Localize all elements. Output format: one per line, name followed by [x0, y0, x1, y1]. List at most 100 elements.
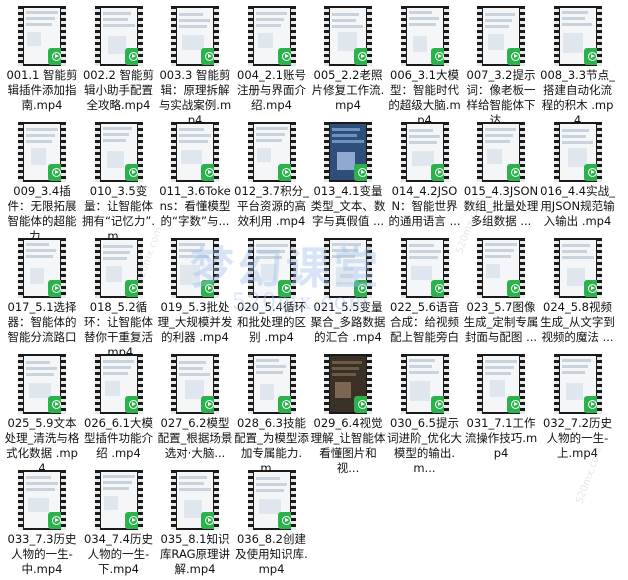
file-name: 031_7.1工作流操作技巧.mp4	[464, 416, 538, 460]
file-name: 034_7.4历史人物的一生-下.mp4	[84, 532, 153, 576]
video-thumbnail	[247, 470, 296, 530]
video-thumbnail	[553, 238, 602, 298]
play-badge-icon	[507, 396, 524, 413]
file-name: 026_6.1大模型插件功能介绍 .mp4	[84, 416, 153, 460]
file-item[interactable]: 009_3.4插件：无限拓展智能体的超能力 ...	[4, 116, 80, 243]
play-badge-icon	[430, 396, 448, 413]
video-thumbnail	[171, 122, 219, 182]
file-name: 019_5.3批处理_大规模并发的利器 .mp4	[157, 300, 233, 344]
file-item[interactable]: 036_8.2创建及使用知识库.mp4	[234, 464, 310, 580]
file-item[interactable]: 017_5.1选择器：智能体的智能分流路口 ...	[4, 232, 80, 359]
play-badge-icon	[48, 396, 65, 413]
file-item[interactable]: 008_3.3节点_搭建自动化流程的积木 .mp4	[540, 0, 616, 127]
play-badge-icon	[430, 164, 448, 181]
file-item[interactable]: 015_4.3JSON数组_批量处理多组数据 ...	[463, 116, 539, 232]
video-thumbnail	[400, 354, 449, 414]
video-thumbnail	[18, 354, 66, 414]
file-item[interactable]: 020_5.4循环和批处理的区别 .mp4	[234, 232, 310, 348]
file-item[interactable]: 001.1 智能剪辑插件添加指南.mp4	[4, 0, 80, 116]
file-item[interactable]: 010_3.5变量：让智能体拥有“记忆力”.m...	[81, 116, 157, 243]
file-item[interactable]: 003.3 智能剪辑：原理拆解与实战案例.mp4	[157, 0, 233, 127]
video-thumbnail	[247, 354, 296, 414]
file-name: 004_2.1账号注册与界面介绍.mp4	[237, 68, 306, 112]
video-thumbnail	[553, 6, 602, 66]
play-badge-icon	[48, 280, 65, 297]
file-name: 024_5.8视频生成_从文字到视频的魔法 ...	[540, 300, 615, 344]
file-item[interactable]: 022_5.6语音合成：给视频配上智能旁白 ...	[387, 232, 463, 359]
file-item[interactable]: 011_3.6Tokens：看懂模型的“字数”与...	[157, 116, 233, 232]
file-item[interactable]: 006_3.1大模型：智能时代的超级大脑.mp4	[387, 0, 463, 127]
play-badge-icon	[201, 164, 218, 181]
play-badge-icon	[507, 280, 524, 297]
file-item[interactable]: 029_6.4视觉理解_让智能体看懂图片和视...	[310, 348, 386, 475]
video-thumbnail	[18, 122, 66, 182]
play-badge-icon	[583, 396, 601, 413]
video-thumbnail	[247, 122, 296, 182]
file-name: 015_4.3JSON数组_批量处理多组数据 ...	[463, 184, 539, 228]
video-thumbnail	[247, 238, 296, 298]
file-name: 002.2 智能剪辑小助手配置全攻略.mp4	[82, 68, 155, 112]
video-thumbnail	[171, 6, 219, 66]
video-thumbnail	[553, 354, 602, 414]
video-thumbnail	[247, 6, 296, 66]
file-name: 030_6.5提示词进阶_优化大模型的输出.m...	[387, 416, 462, 475]
file-item[interactable]: 027_6.2模型配置_根据场景选对·大脑...	[157, 348, 233, 464]
play-badge-icon	[583, 164, 601, 181]
file-name: 023_5.7图像生成_定制专属封面与配图 ...	[463, 300, 539, 344]
file-item[interactable]: 002.2 智能剪辑小助手配置全攻略.mp4	[81, 0, 157, 116]
file-item[interactable]: 013_4.1变量类型_文本、数字与真假值 ...	[310, 116, 386, 232]
file-item[interactable]: 035_8.1知识库RAG原理讲解.mp4	[157, 464, 233, 580]
play-badge-icon	[507, 164, 524, 181]
file-name: 027_6.2模型配置_根据场景选对·大脑...	[157, 416, 233, 460]
video-thumbnail	[94, 470, 143, 530]
file-item[interactable]: 004_2.1账号注册与界面介绍.mp4	[234, 0, 310, 116]
video-thumbnail	[477, 354, 525, 414]
file-item[interactable]: 018_5.2循环：让智能体替你干重复活 .mp4	[81, 232, 157, 359]
play-badge-icon	[124, 164, 142, 181]
file-item[interactable]: 030_6.5提示词进阶_优化大模型的输出.m...	[387, 348, 463, 475]
play-badge-icon	[277, 164, 295, 181]
play-badge-icon	[354, 396, 371, 413]
file-item[interactable]: 032_7.2历史人物的一生-上.mp4	[540, 348, 616, 464]
video-thumbnail	[400, 238, 449, 298]
file-item[interactable]: 019_5.3批处理_大规模并发的利器 .mp4	[157, 232, 233, 348]
file-item[interactable]: 024_5.8视频生成_从文字到视频的魔法 ...	[540, 232, 616, 348]
file-name: 021_5.5变量聚合_多路数据的汇合 .mp4	[310, 300, 386, 344]
file-item[interactable]: 012_3.7积分_平台资源的高效利用 .mp4	[234, 116, 310, 232]
video-thumbnail	[477, 122, 525, 182]
play-badge-icon	[583, 48, 601, 65]
video-thumbnail	[18, 238, 66, 298]
file-item[interactable]: 025_5.9文本处理_清洗与格式化数据 .mp4	[4, 348, 80, 475]
file-name: 014_4.2JSON：智能世界的通用语言 ...	[388, 184, 461, 228]
file-item[interactable]: 016_4.4实战_用JSON规范输入输出 .mp4	[540, 116, 616, 232]
video-thumbnail	[94, 354, 143, 414]
video-thumbnail	[18, 6, 66, 66]
file-item[interactable]: 034_7.4历史人物的一生-下.mp4	[81, 464, 157, 580]
video-thumbnail	[94, 6, 143, 66]
file-item[interactable]: 007_3.2提示词：像老板一样给智能体下达...	[463, 0, 539, 127]
file-name: 005_2.2老照片修复工作流.mp4	[311, 68, 385, 112]
video-thumbnail	[324, 122, 372, 182]
play-badge-icon	[354, 280, 371, 297]
file-name: 029_6.4视觉理解_让智能体看懂图片和视...	[310, 416, 386, 475]
play-badge-icon	[583, 280, 601, 297]
play-badge-icon	[277, 396, 295, 413]
play-badge-icon	[201, 396, 218, 413]
file-item[interactable]: 028_6.3技能配置_为模型添加专属能力.m...	[234, 348, 310, 475]
file-item[interactable]: 026_6.1大模型插件功能介绍 .mp4	[81, 348, 157, 464]
video-thumbnail	[171, 354, 219, 414]
file-item[interactable]: 021_5.5变量聚合_多路数据的汇合 .mp4	[310, 232, 386, 348]
file-name: 032_7.2历史人物的一生-上.mp4	[543, 416, 612, 460]
file-item[interactable]: 023_5.7图像生成_定制专属封面与配图 ...	[463, 232, 539, 348]
play-badge-icon	[354, 48, 371, 65]
play-badge-icon	[507, 48, 524, 65]
play-badge-icon	[201, 280, 218, 297]
video-thumbnail	[94, 238, 143, 298]
file-item[interactable]: 031_7.1工作流操作技巧.mp4	[463, 348, 539, 464]
file-item[interactable]: 014_4.2JSON：智能世界的通用语言 ...	[387, 116, 463, 232]
play-badge-icon	[430, 280, 448, 297]
file-name: 036_8.2创建及使用知识库.mp4	[235, 532, 308, 576]
file-item[interactable]: 033_7.3历史人物的一生-中.mp4	[4, 464, 80, 580]
video-thumbnail	[324, 354, 372, 414]
file-item[interactable]: 005_2.2老照片修复工作流.mp4	[310, 0, 386, 116]
